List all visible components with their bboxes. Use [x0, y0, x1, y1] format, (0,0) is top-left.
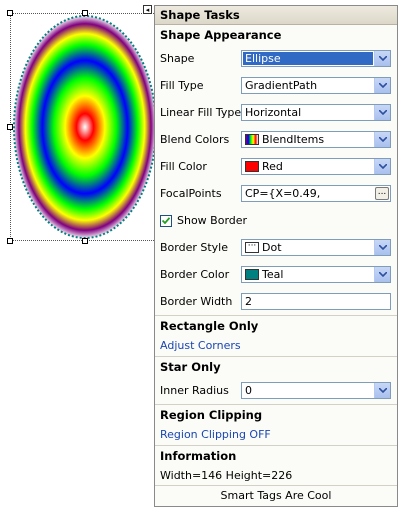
linear-fill-type-label: Linear Fill Type	[160, 106, 242, 119]
border-width-value[interactable]: 2	[242, 295, 390, 308]
dot-style-icon: ···	[245, 242, 259, 253]
information-text: Width=146 Height=226	[160, 469, 293, 482]
chevron-down-icon[interactable]	[374, 105, 390, 120]
shape-combobox[interactable]: Ellipse	[241, 50, 391, 67]
row-linear-fill-type: Linear Fill Type Horizontal	[155, 99, 397, 126]
section-region-clipping: Region Clipping	[160, 408, 263, 422]
linear-fill-type-value: Horizontal	[245, 106, 302, 119]
section-shape-appearance: Shape Appearance	[160, 28, 282, 42]
focal-points-value[interactable]: CP={X=0.49,	[242, 187, 375, 200]
border-width-label: Border Width	[160, 295, 233, 308]
shape-value: Ellipse	[243, 52, 373, 65]
focal-points-field[interactable]: CP={X=0.49, ...	[241, 185, 391, 202]
show-border-checkbox[interactable]	[160, 214, 172, 227]
border-style-value: Dot	[262, 241, 282, 254]
section-information: Information	[160, 449, 237, 463]
row-blend-colors: Blend Colors BlendItems	[155, 126, 397, 153]
row-focal-points: FocalPoints CP={X=0.49, ...	[155, 180, 397, 207]
border-style-label: Border Style	[160, 241, 229, 254]
row-border-width: Border Width 2	[155, 288, 397, 315]
border-color-swatch-icon	[245, 269, 259, 280]
resize-handle-s[interactable]	[82, 238, 88, 244]
chevron-down-icon[interactable]	[374, 240, 390, 255]
blend-colors-value: BlendItems	[262, 133, 325, 146]
resize-handle-nw[interactable]	[7, 10, 13, 16]
adjust-corners-link[interactable]: Adjust Corners	[155, 336, 397, 356]
inner-radius-value: 0	[245, 384, 252, 397]
row-show-border: Show Border	[155, 207, 397, 234]
row-inner-radius: Inner Radius 0	[155, 377, 397, 404]
inner-radius-label: Inner Radius	[160, 384, 229, 397]
chevron-down-icon[interactable]	[374, 383, 390, 398]
inner-radius-combobox[interactable]: 0	[241, 382, 391, 399]
resize-handle-sw[interactable]	[7, 238, 13, 244]
focal-points-label: FocalPoints	[160, 187, 222, 200]
shape-label: Shape	[160, 52, 195, 65]
fill-color-combobox[interactable]: Red	[241, 158, 391, 175]
blend-colors-label: Blend Colors	[160, 133, 230, 146]
row-fill-type: Fill Type GradientPath	[155, 72, 397, 99]
resize-handle-n[interactable]	[82, 10, 88, 16]
border-style-combobox[interactable]: ··· Dot	[241, 239, 391, 256]
selection-frame	[10, 13, 160, 241]
panel-title: Shape Tasks	[155, 6, 397, 25]
panel-footer: Smart Tags Are Cool	[155, 485, 397, 506]
border-color-combobox[interactable]: Teal	[241, 266, 391, 283]
border-color-value: Teal	[262, 268, 284, 281]
resize-handle-w[interactable]	[7, 124, 13, 130]
smart-tag-glyph-button[interactable]: ◂	[143, 5, 152, 14]
row-shape: Shape Ellipse	[155, 45, 397, 72]
blend-colors-swatch-icon	[245, 134, 259, 145]
focal-points-browse-button[interactable]: ...	[375, 187, 389, 200]
fill-type-combobox[interactable]: GradientPath	[241, 77, 391, 94]
smart-tag-panel: Shape Tasks Shape Appearance Shape Ellip…	[154, 5, 398, 507]
chevron-down-icon[interactable]	[374, 78, 390, 93]
fill-type-value: GradientPath	[245, 79, 318, 92]
chevron-down-icon[interactable]	[374, 159, 390, 174]
row-fill-color: Fill Color Red	[155, 153, 397, 180]
region-clipping-link[interactable]: Region Clipping OFF	[155, 425, 397, 445]
row-border-color: Border Color Teal	[155, 261, 397, 288]
fill-color-value: Red	[262, 160, 283, 173]
row-border-style: Border Style ··· Dot	[155, 234, 397, 261]
chevron-down-icon[interactable]	[374, 132, 390, 147]
designer-surface: ◂	[0, 0, 160, 250]
fill-color-swatch-icon	[245, 161, 259, 172]
border-color-label: Border Color	[160, 268, 230, 281]
blend-colors-combobox[interactable]: BlendItems	[241, 131, 391, 148]
fill-color-label: Fill Color	[160, 160, 207, 173]
chevron-down-icon[interactable]	[374, 51, 390, 66]
section-rectangle-only: Rectangle Only	[160, 319, 259, 333]
chevron-down-icon[interactable]	[374, 267, 390, 282]
border-width-input[interactable]: 2	[241, 293, 391, 310]
section-star-only: Star Only	[160, 360, 221, 374]
fill-type-label: Fill Type	[160, 79, 204, 92]
show-border-label[interactable]: Show Border	[177, 214, 247, 227]
linear-fill-type-combobox[interactable]: Horizontal	[241, 104, 391, 121]
